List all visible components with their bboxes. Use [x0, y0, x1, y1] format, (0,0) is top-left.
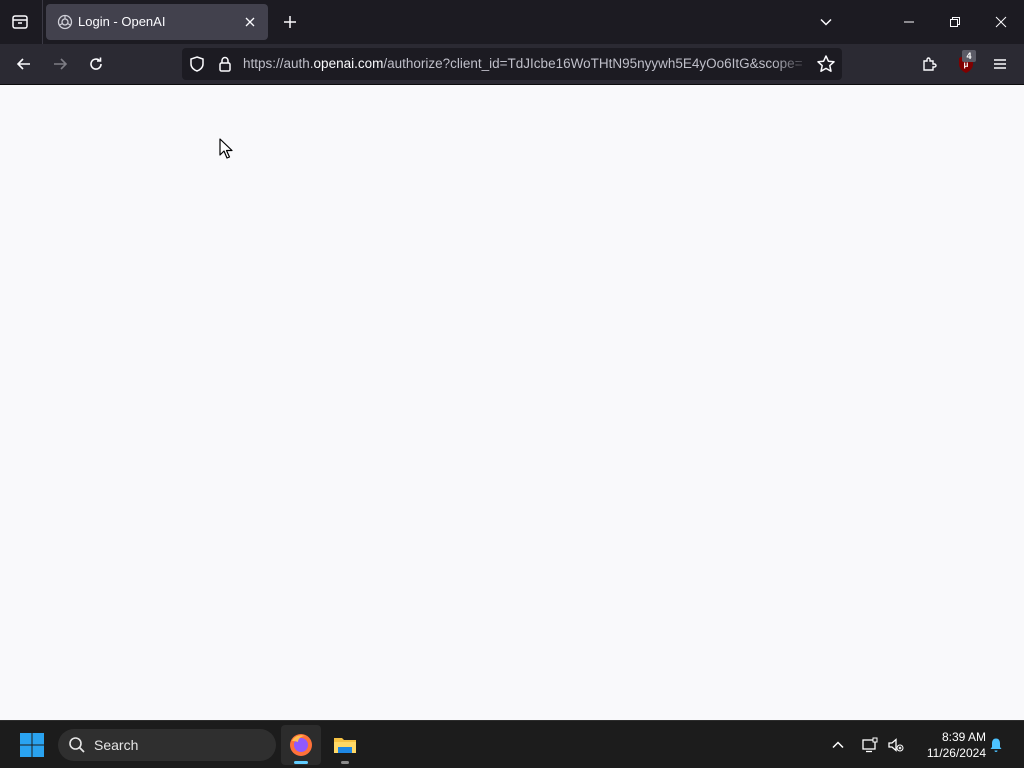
bell-icon: [990, 738, 1002, 752]
firefox-view-button[interactable]: [6, 8, 34, 36]
close-icon: [245, 17, 255, 27]
forward-button[interactable]: [46, 50, 74, 78]
star-icon[interactable]: [816, 54, 836, 74]
restore-button[interactable]: [932, 0, 978, 44]
arrow-right-icon: [54, 58, 68, 70]
close-icon: [995, 16, 1007, 28]
clock-date: 11/26/2024: [926, 746, 986, 760]
network-icon: [862, 737, 878, 753]
taskbar-search[interactable]: Search: [58, 729, 276, 761]
hamburger-icon: [994, 59, 1006, 69]
back-button[interactable]: [10, 50, 38, 78]
windows-logo-icon: [20, 733, 44, 757]
restore-icon: [950, 17, 960, 27]
navigation-toolbar: https://auth.openai.com/authorize?client…: [0, 44, 1024, 85]
search-icon: [69, 737, 85, 753]
tab-login-openai[interactable]: Login - OpenAI: [46, 4, 268, 40]
url-prefix: https://auth.: [243, 56, 314, 71]
plus-icon: [284, 16, 296, 28]
chevron-down-icon: [820, 18, 832, 26]
shield-icon[interactable]: [188, 55, 206, 73]
url-path: /authorize?client_id=TdJIcbe16WoTHtN95ny…: [383, 56, 803, 71]
puzzle-icon: [923, 57, 937, 71]
list-all-tabs-button[interactable]: [814, 10, 838, 34]
speaker-muted-icon: [888, 738, 904, 752]
url-domain: openai.com: [313, 56, 384, 71]
close-window-button[interactable]: [978, 0, 1024, 44]
network-button[interactable]: [858, 733, 882, 757]
search-label: Search: [94, 737, 139, 753]
chevron-up-icon: [832, 741, 844, 749]
clock-time: 8:39 AM: [941, 730, 986, 744]
tab-separator: [42, 0, 43, 44]
lock-icon[interactable]: [216, 55, 234, 73]
url-fade: [772, 50, 812, 78]
folder-icon: [334, 738, 356, 753]
minimize-button[interactable]: [886, 0, 932, 44]
tab-close-button[interactable]: [240, 12, 260, 32]
reload-icon: [90, 57, 102, 70]
ublock-badge: 4: [962, 50, 976, 62]
taskbar-firefox[interactable]: [281, 725, 321, 765]
mouse-cursor-icon: [219, 138, 233, 159]
tab-strip: Login - OpenAI: [0, 0, 1024, 44]
tab-title: Login - OpenAI: [78, 14, 166, 29]
taskbar: Search 8:39 AM 11/26/2024: [0, 720, 1024, 768]
running-indicator: [341, 761, 349, 764]
notifications-button[interactable]: [984, 733, 1008, 757]
new-tab-button[interactable]: [278, 10, 302, 34]
openai-logo-icon: [57, 14, 73, 30]
arrow-left-icon: [16, 58, 30, 70]
start-button[interactable]: [16, 731, 48, 759]
firefox-icon: [290, 734, 312, 756]
url-text[interactable]: https://auth.openai.com/authorize?client…: [243, 56, 811, 71]
extensions-button[interactable]: [916, 50, 944, 78]
active-indicator: [294, 761, 308, 764]
app-menu-button[interactable]: [986, 50, 1014, 78]
show-hidden-icons-button[interactable]: [826, 733, 850, 757]
volume-button[interactable]: [884, 733, 908, 757]
reload-button[interactable]: [82, 50, 110, 78]
address-bar[interactable]: https://auth.openai.com/authorize?client…: [182, 48, 842, 80]
taskbar-file-explorer[interactable]: [325, 725, 365, 765]
page-content[interactable]: [0, 85, 1024, 720]
tab-list-icon: [12, 15, 28, 29]
minimize-icon: [904, 21, 914, 23]
taskbar-clock[interactable]: 8:39 AM 11/26/2024: [914, 729, 986, 761]
